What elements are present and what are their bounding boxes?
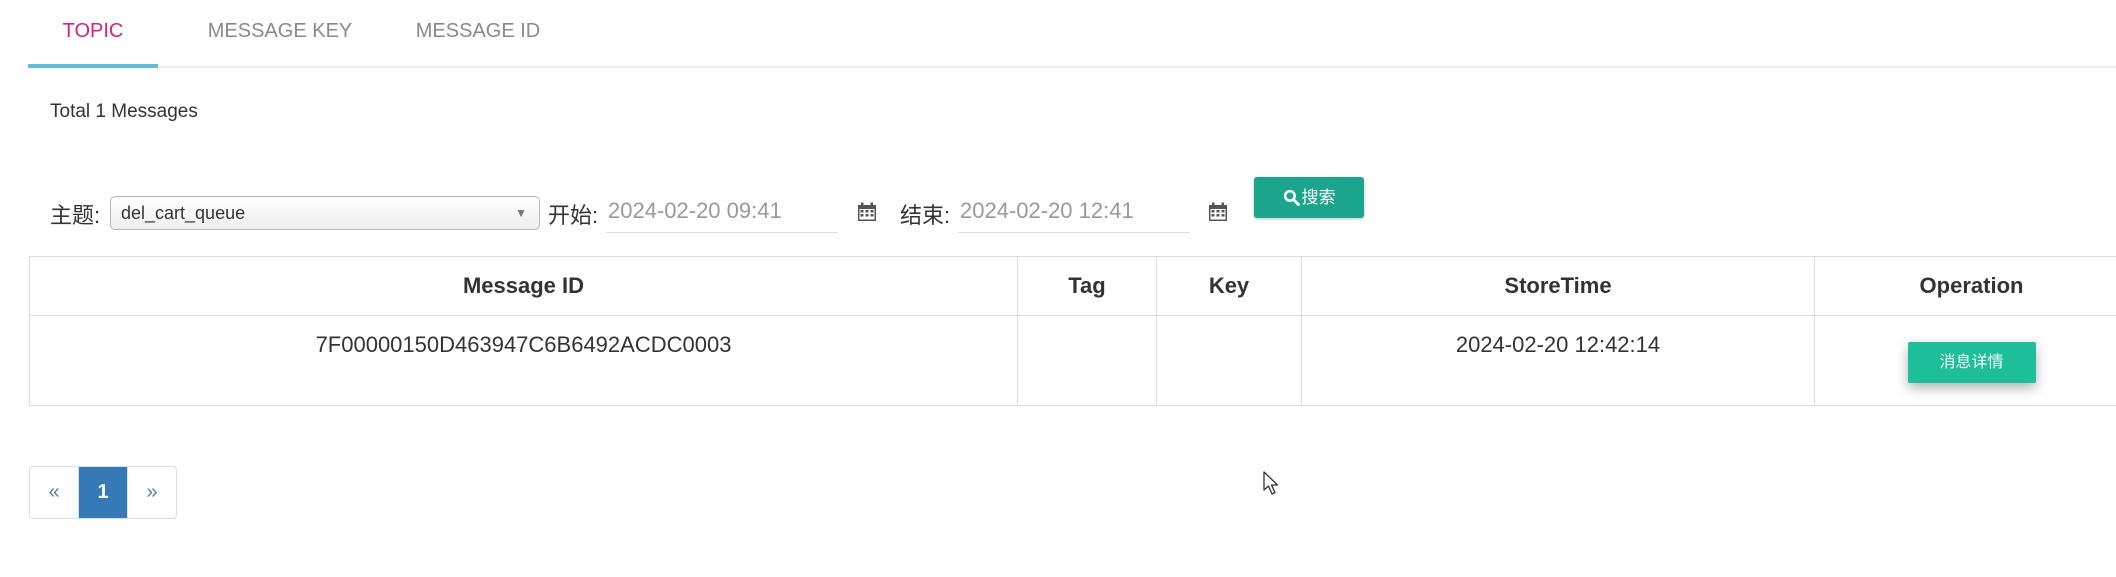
mouse-cursor-icon: [1263, 471, 1279, 495]
column-header-store-time: StoreTime: [1301, 256, 1815, 316]
tab-bar: TOPIC MESSAGE KEY MESSAGE ID: [28, 0, 2116, 68]
topic-select[interactable]: del_cart_queue ▼: [110, 196, 540, 230]
tab-message-key[interactable]: MESSAGE KEY: [190, 0, 370, 64]
table-row: 7F00000150D463947C6B6492ACDC0003 2024-02…: [29, 315, 2116, 406]
topic-label: 主题:: [50, 203, 101, 228]
column-header-message-id: Message ID: [29, 256, 1018, 316]
end-time-input[interactable]: 2024-02-20 12:41: [958, 191, 1190, 233]
message-id-cell: 7F00000150D463947C6B6492ACDC0003: [29, 315, 1018, 406]
tag-cell: [1017, 315, 1157, 406]
search-button[interactable]: 搜索: [1254, 177, 1364, 218]
calendar-icon[interactable]: [1208, 202, 1228, 222]
start-label: 开始:: [548, 203, 599, 228]
table-header-row: Message ID Tag Key StoreTime Operation: [29, 256, 2116, 316]
total-messages-count: Total 1 Messages: [50, 101, 198, 122]
chevron-down-icon: ▼: [515, 206, 527, 220]
next-page-button[interactable]: »: [128, 467, 176, 518]
column-header-tag: Tag: [1017, 256, 1157, 316]
previous-page-button[interactable]: «: [30, 467, 79, 518]
key-cell: [1156, 315, 1302, 406]
search-icon: [1283, 189, 1300, 206]
messages-table: Message ID Tag Key StoreTime Operation 7…: [29, 256, 2116, 406]
tab-message-id[interactable]: MESSAGE ID: [398, 0, 558, 64]
end-label: 结束:: [900, 203, 951, 228]
calendar-icon[interactable]: [857, 202, 877, 222]
tab-topic[interactable]: TOPIC: [28, 0, 158, 68]
column-header-operation: Operation: [1814, 256, 2116, 316]
start-time-input[interactable]: 2024-02-20 09:41: [606, 191, 838, 233]
operation-cell: 消息详情: [1814, 315, 2116, 406]
store-time-cell: 2024-02-20 12:42:14: [1301, 315, 1815, 406]
page-number-current[interactable]: 1: [79, 467, 128, 518]
search-button-label: 搜索: [1301, 188, 1336, 207]
pagination: « 1 »: [29, 466, 177, 519]
topic-select-value: del_cart_queue: [121, 203, 246, 223]
column-header-key: Key: [1156, 256, 1302, 316]
message-detail-button[interactable]: 消息详情: [1907, 342, 2036, 383]
